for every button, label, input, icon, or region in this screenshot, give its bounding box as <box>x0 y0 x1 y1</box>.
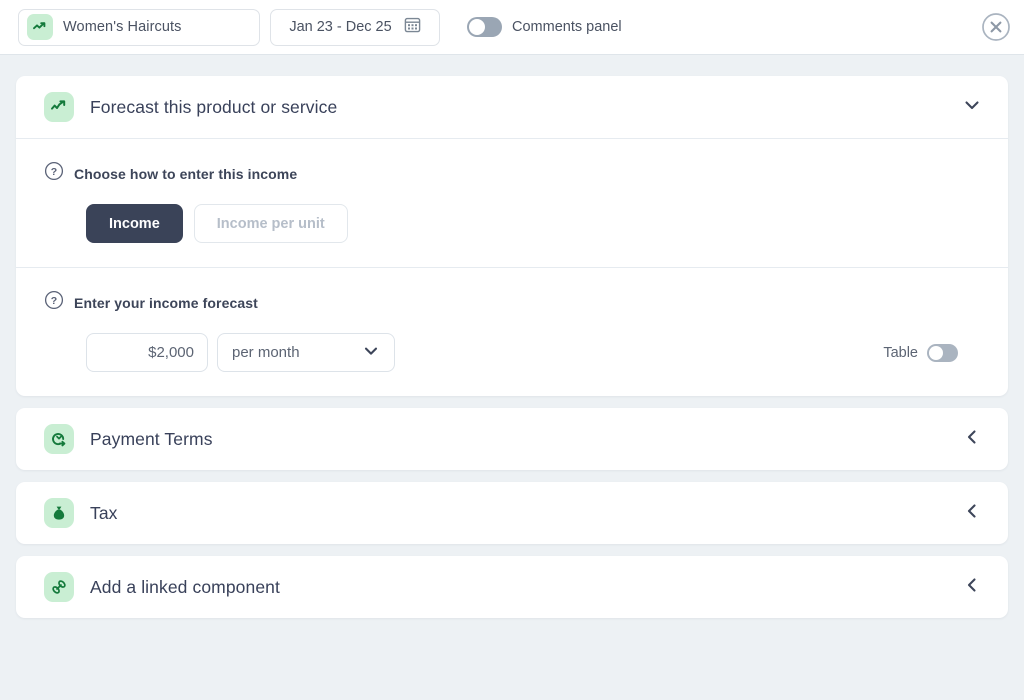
calendar-icon <box>404 16 421 38</box>
income-forecast-controls: $2,000 per month Table <box>44 333 980 372</box>
close-button[interactable] <box>980 11 1012 43</box>
switch-knob <box>929 345 943 360</box>
switch-knob <box>469 19 485 35</box>
date-range-picker[interactable]: Jan 23 - Dec 25 <box>270 8 440 46</box>
card-linked-component-title: Add a linked component <box>90 576 280 597</box>
entry-method-options: Income Income per unit <box>44 204 980 243</box>
entry-method-question: ? Choose how to enter this income <box>44 161 980 186</box>
chevron-left-icon[interactable] <box>962 427 982 452</box>
table-toggle-label: Table <box>883 344 918 361</box>
card-payment-terms-header[interactable]: Payment Terms <box>16 408 1008 470</box>
income-amount-input[interactable]: $2,000 <box>86 333 208 372</box>
card-tax-header[interactable]: Tax <box>16 482 1008 544</box>
segment-income-per-unit[interactable]: Income per unit <box>193 204 348 243</box>
card-linked-component-header[interactable]: Add a linked component <box>16 556 1008 618</box>
card-payment-terms-title: Payment Terms <box>90 428 213 449</box>
comments-panel-toggle-group[interactable]: Comments panel <box>467 17 622 37</box>
table-toggle-group[interactable]: Table <box>883 343 980 362</box>
main-content: Forecast this product or service ? Choos… <box>0 55 1024 618</box>
income-forecast-label: Enter your income forecast <box>74 294 258 311</box>
chevron-left-icon[interactable] <box>962 501 982 526</box>
link-chain-icon <box>44 572 74 602</box>
income-frequency-select[interactable]: per month <box>217 333 395 372</box>
card-payment-terms: Payment Terms <box>16 408 1008 470</box>
comments-panel-switch[interactable] <box>467 17 502 37</box>
entry-method-section: ? Choose how to enter this income Income… <box>16 139 1008 267</box>
svg-text:?: ? <box>51 166 57 178</box>
close-circle-icon <box>982 13 1010 41</box>
help-circle-icon[interactable]: ? <box>44 161 64 186</box>
forecast-trending-icon <box>44 92 74 122</box>
card-tax-title: Tax <box>90 502 118 523</box>
chevron-down-icon <box>362 342 380 364</box>
top-bar: Women's Haircuts Jan 23 - Dec 25 Comment… <box>0 0 1024 55</box>
product-name-value: Women's Haircuts <box>63 19 182 35</box>
income-forecast-question: ? Enter your income forecast <box>44 290 980 315</box>
chevron-down-icon[interactable] <box>962 95 982 120</box>
entry-method-label: Choose how to enter this income <box>74 165 298 182</box>
help-circle-icon[interactable]: ? <box>44 290 64 315</box>
card-tax: Tax <box>16 482 1008 544</box>
date-range-value: Jan 23 - Dec 25 <box>289 19 392 35</box>
segment-income[interactable]: Income <box>86 204 183 243</box>
money-bag-icon <box>44 498 74 528</box>
income-frequency-value: per month <box>232 344 300 361</box>
chevron-left-icon[interactable] <box>962 575 982 600</box>
table-switch[interactable] <box>927 343 958 362</box>
card-forecast-title: Forecast this product or service <box>90 96 338 117</box>
trending-up-icon <box>27 14 53 40</box>
product-name-field[interactable]: Women's Haircuts <box>18 8 260 46</box>
svg-text:?: ? <box>51 295 57 307</box>
income-forecast-section: ? Enter your income forecast $2,000 per … <box>16 268 1008 396</box>
card-forecast: Forecast this product or service ? Choos… <box>16 76 1008 396</box>
card-linked-component: Add a linked component <box>16 556 1008 618</box>
comments-panel-label: Comments panel <box>512 19 622 35</box>
payment-terms-clock-icon <box>44 424 74 454</box>
card-forecast-header[interactable]: Forecast this product or service <box>16 76 1008 138</box>
